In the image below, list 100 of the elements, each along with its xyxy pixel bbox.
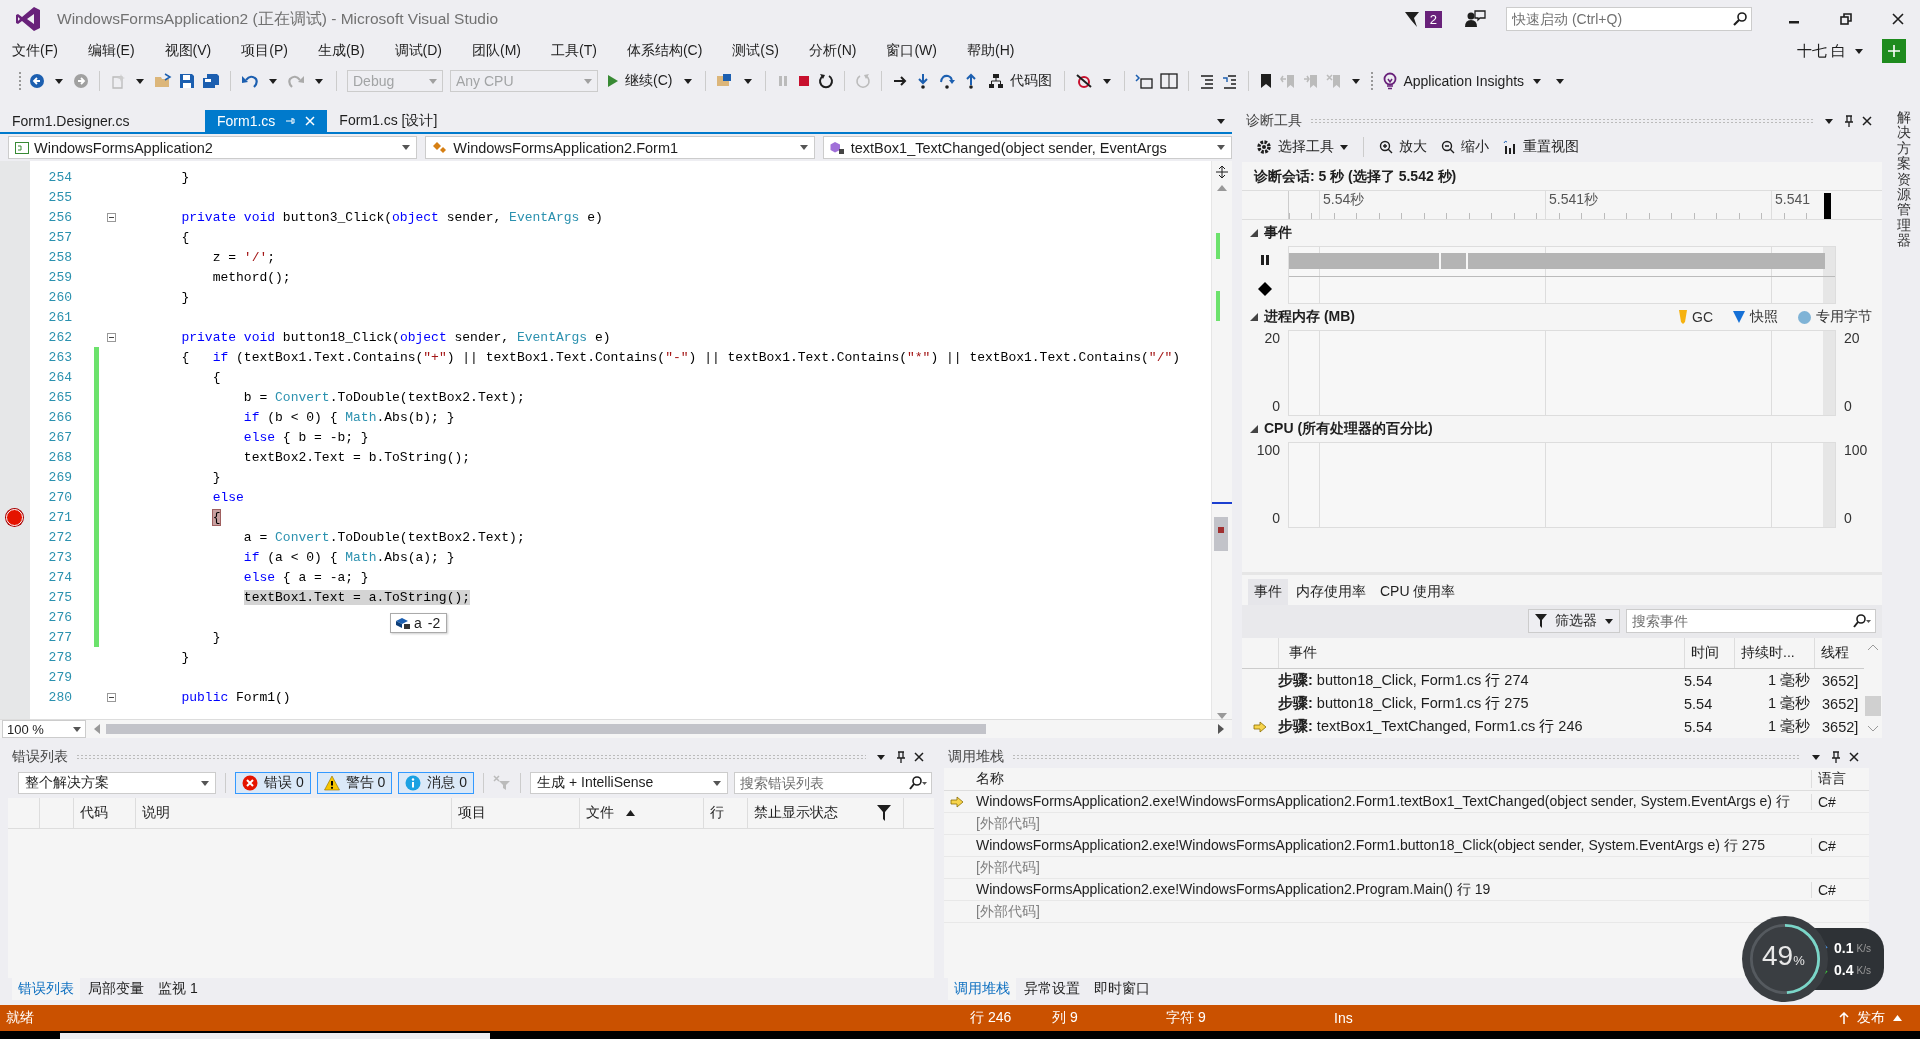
stack-frame-cell[interactable]: WindowsFormsApplication2.exe!WindowsFormsApplication2.Program.Main() 行 19 [970,880,1811,899]
navigation-dropdown[interactable]: textBox1_TextChanged(object sender, EventArgs [822,136,1232,159]
vertical-scrollbar[interactable] [1211,161,1232,719]
scroll-up-icon[interactable] [1868,644,1878,650]
caret-up-icon[interactable] [1893,1015,1902,1021]
error-icon[interactable] [242,775,258,791]
scroll-left-icon[interactable] [94,724,100,734]
tab[interactable]: 内存使用率 [1290,578,1372,605]
stack-frame-cell[interactable]: WindowsFormsApplication2.exe!WindowsFormsApplication2.Form1.textBox1_TextChanged(object sender, System.EventArgs e) 行 [970,792,1811,811]
menu-item[interactable]: 窗口(W) [876,40,947,62]
scope-dropdown[interactable]: 整个解决方案 [18,772,216,794]
info-filter-button[interactable]: 消息 0 [398,772,475,794]
tab[interactable]: 监视 1 [152,978,204,1000]
menu-item[interactable]: 工具(T) [541,40,607,62]
column-header[interactable]: 代码 [74,798,136,828]
scroll-thumb[interactable] [1865,696,1881,716]
close-icon[interactable] [1849,752,1859,762]
tab[interactable]: 调用堆栈 [948,978,1016,1000]
close-icon[interactable] [1862,116,1872,126]
upload-arrow-icon[interactable] [1839,1012,1849,1024]
filter-button[interactable]: 筛选器 [1528,609,1620,634]
caret-icon[interactable] [1217,118,1225,124]
uncomment-icon[interactable] [1222,73,1239,89]
close-icon[interactable] [914,752,924,762]
stack-frame-cell[interactable]: WindowsFormsApplication2.exe!WindowsFormsApplication2.Form1.button18_Click(object sender, System.EventArgs e) 行 275 [970,836,1811,855]
menu-item[interactable]: 生成(B) [307,40,375,62]
warning-filter-button[interactable]: 警告 0 [316,772,393,794]
open-folder-icon[interactable] [154,73,172,89]
diagram-icon[interactable] [988,73,1005,89]
scroll-up-icon[interactable] [1217,185,1227,191]
error-filter-button[interactable]: 错误 0 [235,772,311,794]
tab[interactable]: 异常设置 [1018,978,1086,1000]
zoom-out-button[interactable]: 缩小 [1439,136,1491,158]
panel-icon[interactable] [1160,73,1179,89]
source-dropdown[interactable]: 生成 + IntelliSense [530,772,729,794]
collapse-triangle-icon[interactable] [1250,313,1258,321]
column-header[interactable]: 文件 [580,798,704,828]
column-header[interactable]: 名称 [970,770,1811,788]
menu-item[interactable]: 编辑(E) [77,40,145,62]
close-icon[interactable] [1892,13,1904,25]
caret-icon[interactable] [201,780,209,786]
navigation-dropdown[interactable]: WindowsFormsApplication2 [8,136,418,159]
filter-icon[interactable] [1535,614,1547,629]
caret-icon[interactable] [744,78,753,84]
collapse-icon[interactable] [106,692,116,702]
chart-scrollbar[interactable] [1823,331,1835,415]
feedback-icon[interactable] [1464,10,1486,28]
column-header[interactable]: 禁止显示状态 [748,798,904,828]
column-header[interactable]: 事件 [1278,638,1684,668]
caret-icon[interactable] [1605,618,1613,624]
account-name[interactable]: 十七 白 [1796,41,1846,61]
chart-scrollbar[interactable] [1823,443,1835,527]
pin-icon[interactable] [1844,115,1854,127]
caret-icon[interactable] [269,78,277,84]
menu-item[interactable]: 视图(V) [154,40,222,62]
external-code-cell[interactable]: [外部代码] [970,814,1811,833]
menu-item[interactable]: 调试(D) [384,40,452,62]
forward-icon[interactable] [73,73,89,89]
usage-gauge[interactable] [1742,916,1828,1002]
caret-icon[interactable] [73,726,81,732]
save-icon[interactable] [179,73,195,89]
caret-icon[interactable] [1533,78,1542,84]
column-header[interactable]: 行 [704,798,748,828]
stop-icon[interactable] [797,74,812,88]
column-header[interactable]: 时间 [1684,638,1734,668]
quick-launch-field[interactable]: 快速启动 (Ctrl+Q) [1506,7,1752,31]
caret-icon[interactable] [877,754,885,760]
add-button[interactable] [1882,39,1906,63]
info-icon[interactable] [405,775,422,791]
zoom-dropdown[interactable]: 100 % [2,720,86,738]
caret-icon[interactable] [55,78,63,84]
caret-icon[interactable] [1556,78,1565,84]
external-code-cell[interactable]: [外部代码] [970,902,1811,921]
search-field[interactable]: 搜索错误列表 [734,772,933,794]
continue-button[interactable]: 继续(C) [605,70,675,92]
notification-badge[interactable]: 2 [1424,10,1442,28]
publish-button[interactable]: 发布 [1839,1009,1902,1027]
external-code-cell[interactable]: [外部代码] [970,858,1811,877]
collapse-icon[interactable] [106,212,116,222]
tab[interactable]: 即时窗口 [1088,978,1156,1000]
caret-icon[interactable] [1812,754,1820,760]
zoom-in-icon[interactable] [1379,140,1393,154]
filter-icon[interactable] [877,805,891,821]
search-icon[interactable] [1853,614,1871,629]
scroll-right-icon[interactable] [1218,724,1224,734]
data-tip[interactable]: a -2 [390,613,448,633]
scroll-down-icon[interactable] [1868,726,1878,732]
gear-icon[interactable] [1256,139,1272,155]
save-all-icon[interactable] [202,73,220,89]
plus-icon[interactable] [1887,44,1901,58]
restore-icon[interactable] [1840,13,1852,25]
bookmark-icon[interactable] [1259,73,1274,89]
menu-item[interactable]: 分析(N) [799,40,867,62]
collapse-icon[interactable] [106,332,116,342]
comment-icon[interactable] [1199,73,1216,89]
caret-icon[interactable] [713,780,722,786]
search-field[interactable]: 搜索事件 [1626,609,1876,634]
split-icon[interactable] [1215,165,1229,179]
caret-icon[interactable] [315,78,323,84]
pin-icon[interactable] [1831,751,1841,763]
